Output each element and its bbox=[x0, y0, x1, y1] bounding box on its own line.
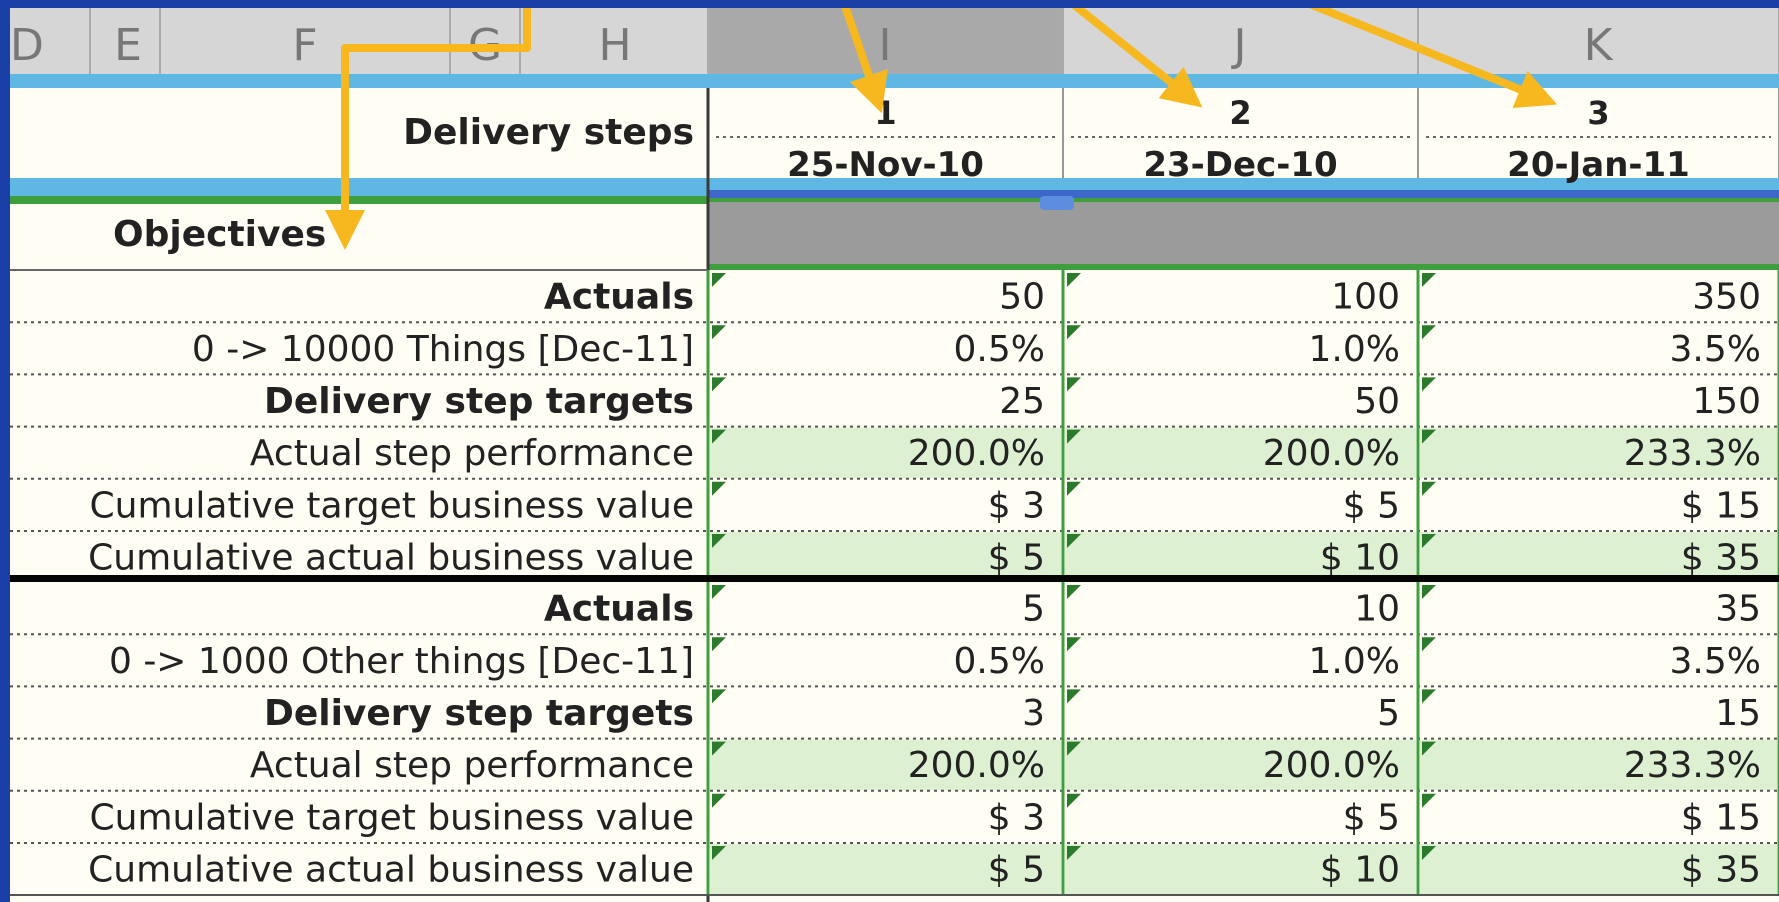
value-cell[interactable]: 3.5% bbox=[1670, 641, 1761, 682]
value-cell[interactable]: 50 bbox=[999, 277, 1045, 318]
collapse-toggle-icon[interactable] bbox=[1040, 196, 1074, 210]
value-cell[interactable]: $ 5 bbox=[1343, 797, 1400, 838]
value-cell[interactable]: 35 bbox=[1715, 589, 1761, 630]
window-frame-left bbox=[0, 0, 10, 902]
value-cell[interactable]: 15 bbox=[1715, 693, 1761, 734]
step-date-3: 20-Jan-11 bbox=[1507, 145, 1690, 185]
column-header-f[interactable]: F bbox=[292, 20, 317, 71]
row-label: Delivery step targets bbox=[264, 693, 694, 734]
selection-highlight-strip bbox=[708, 190, 1779, 198]
value-cell[interactable]: 350 bbox=[1692, 277, 1761, 318]
value-cell[interactable]: 150 bbox=[1692, 381, 1761, 422]
column-header-j[interactable]: J bbox=[1231, 20, 1247, 71]
value-cell[interactable]: 0.5% bbox=[954, 641, 1045, 682]
value-cell[interactable]: $ 10 bbox=[1320, 538, 1400, 579]
value-cell[interactable]: 3 bbox=[1022, 693, 1045, 734]
row-label: 0 -> 10000 Things [Dec-11] bbox=[192, 329, 694, 370]
value-cell[interactable]: 200.0% bbox=[1263, 433, 1400, 474]
step-date-2: 23-Dec-10 bbox=[1143, 145, 1337, 185]
value-cell[interactable]: $ 35 bbox=[1681, 850, 1761, 891]
spreadsheet-screenshot: D E F G H I J K Delivery steps 1 25-Nov-10 2 23-Dec-… bbox=[0, 0, 1779, 902]
window-frame-top bbox=[0, 0, 1779, 8]
objectives-label: Objectives bbox=[113, 214, 326, 255]
value-cell[interactable]: $ 5 bbox=[988, 850, 1045, 891]
row-label: Cumulative actual business value bbox=[88, 850, 694, 891]
row-label: Cumulative actual business value bbox=[88, 538, 694, 579]
column-header-e[interactable]: E bbox=[114, 20, 142, 71]
value-cell[interactable]: 5 bbox=[1377, 693, 1400, 734]
row-label: Actuals bbox=[544, 277, 694, 318]
value-cell[interactable]: 5 bbox=[1022, 589, 1045, 630]
step-number-2: 2 bbox=[1229, 94, 1251, 132]
row-label: Delivery step targets bbox=[264, 381, 694, 422]
value-cell[interactable]: $ 35 bbox=[1681, 538, 1761, 579]
value-cell[interactable]: 233.3% bbox=[1624, 433, 1761, 474]
value-cell[interactable]: 10 bbox=[1354, 589, 1400, 630]
value-cell[interactable]: $ 15 bbox=[1681, 797, 1761, 838]
value-cell[interactable]: $ 10 bbox=[1320, 850, 1400, 891]
value-cell[interactable]: 200.0% bbox=[908, 745, 1045, 786]
value-cell[interactable]: 50 bbox=[1354, 381, 1400, 422]
objectives-bottom-border bbox=[708, 264, 1779, 270]
column-header-h[interactable]: H bbox=[598, 20, 631, 71]
value-cell[interactable]: $ 3 bbox=[988, 797, 1045, 838]
row-label: Actuals bbox=[544, 589, 694, 630]
column-header-i[interactable]: I bbox=[879, 20, 892, 71]
value-cell[interactable]: $ 5 bbox=[988, 538, 1045, 579]
value-cell[interactable]: 3.5% bbox=[1670, 329, 1761, 370]
value-cell[interactable]: 200.0% bbox=[1263, 745, 1400, 786]
row-label: Cumulative target business value bbox=[90, 485, 695, 526]
value-cell[interactable]: 233.3% bbox=[1624, 745, 1761, 786]
value-cell-bg bbox=[1065, 687, 1416, 738]
delivery-steps-label: Delivery steps bbox=[403, 112, 694, 153]
row-label: Actual step performance bbox=[250, 433, 694, 474]
value-cell[interactable]: 200.0% bbox=[908, 433, 1045, 474]
value-cell[interactable]: 1.0% bbox=[1309, 641, 1400, 682]
step-number-3: 3 bbox=[1587, 94, 1609, 132]
value-cell[interactable]: 1.0% bbox=[1309, 329, 1400, 370]
value-cell[interactable]: $ 15 bbox=[1681, 485, 1761, 526]
column-header-d[interactable]: D bbox=[10, 20, 44, 71]
row-label: Cumulative target business value bbox=[90, 797, 695, 838]
spreadsheet-canvas: D E F G H I J KDelivery steps 125-Nov-10223-Dec-… bbox=[0, 0, 1779, 902]
column-header-k[interactable]: K bbox=[1584, 20, 1614, 71]
value-cell[interactable]: 25 bbox=[999, 381, 1045, 422]
value-cell[interactable]: 100 bbox=[1331, 277, 1400, 318]
objectives-grey-bar bbox=[708, 202, 1779, 270]
row-label: 0 -> 1000 Other things [Dec-11] bbox=[109, 641, 694, 682]
value-cell-bg bbox=[710, 583, 1061, 634]
value-cell-bg bbox=[710, 687, 1061, 738]
value-cell[interactable]: $ 5 bbox=[1343, 485, 1400, 526]
row-label: Actual step performance bbox=[250, 745, 694, 786]
value-cell[interactable]: $ 3 bbox=[988, 485, 1045, 526]
step-date-1: 25-Nov-10 bbox=[787, 145, 984, 185]
value-cell[interactable]: 0.5% bbox=[954, 329, 1045, 370]
